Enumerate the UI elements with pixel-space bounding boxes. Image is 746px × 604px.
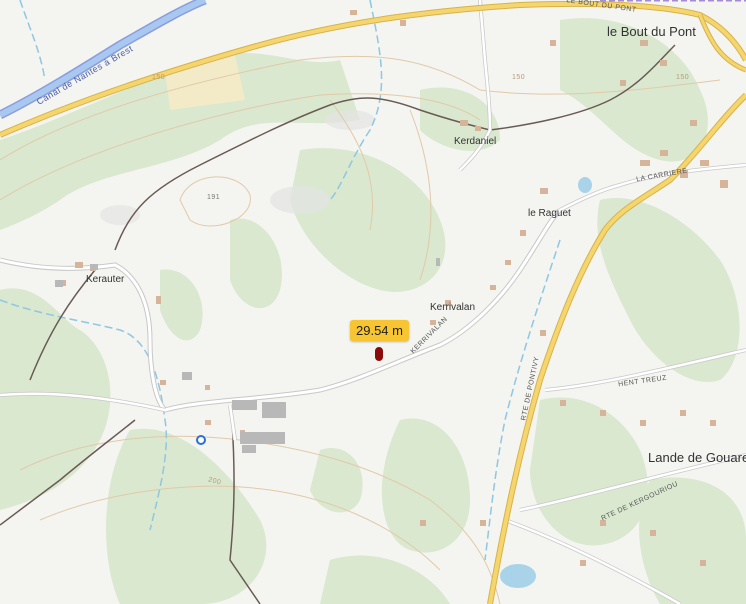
contour-label: 150: [512, 74, 526, 81]
location-pin-icon[interactable]: [375, 347, 383, 361]
contour-label: 150: [676, 74, 690, 81]
map-canvas[interactable]: le Bout du Pont Kerdaniel le Raguet Kera…: [0, 0, 746, 604]
place-kerrivalan: Kerrivalan: [430, 302, 476, 313]
place-kerauter: Kerauter: [86, 274, 125, 285]
pond: [500, 564, 536, 588]
spot-height-label: 191: [207, 194, 221, 201]
pond-small: [578, 177, 592, 193]
place-le-raguet: le Raguet: [528, 208, 571, 219]
place-kerdaniel: Kerdaniel: [454, 136, 497, 147]
poi-circle-icon[interactable]: [196, 435, 206, 445]
place-lande-de-gouarec: Lande de Gouarec: [648, 450, 746, 465]
map-base-layer: [0, 0, 746, 604]
distance-measure-label: 29.54 m: [350, 320, 409, 341]
place-le-bout-du-pont: le Bout du Pont: [607, 24, 696, 39]
contour-label: 150: [152, 74, 166, 81]
